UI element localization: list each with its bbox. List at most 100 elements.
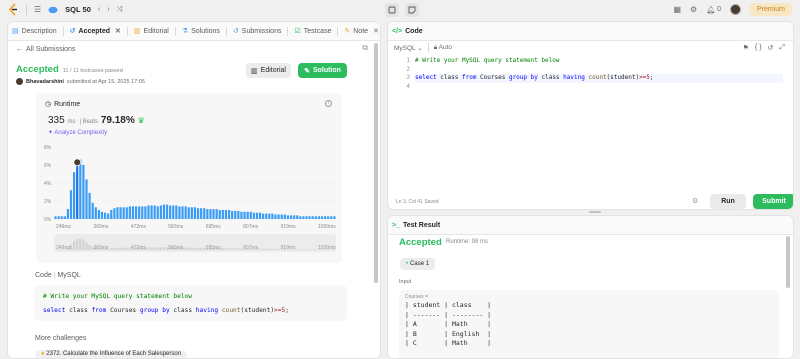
histogram-bar[interactable]	[224, 210, 228, 219]
tab-solutions[interactable]: ⚗ Solutions	[182, 27, 220, 36]
histogram-bar[interactable]	[138, 206, 141, 219]
histogram-bar[interactable]	[252, 212, 255, 219]
chevron-left-icon[interactable]: ‹	[98, 6, 100, 13]
avatar[interactable]	[16, 78, 23, 85]
histogram-bar[interactable]	[258, 212, 262, 219]
resize-handle[interactable]	[589, 211, 601, 213]
auto-toggle[interactable]: 🔒︎ Auto	[434, 44, 452, 52]
histogram-bar[interactable]	[178, 206, 181, 219]
histogram-bar[interactable]	[72, 172, 76, 219]
histogram-bar[interactable]	[187, 207, 190, 219]
notifications-icon[interactable]: 🔔︎ 0	[706, 6, 721, 14]
histogram-bar[interactable]	[159, 205, 162, 220]
histogram-bar[interactable]	[293, 215, 296, 219]
histogram-bar[interactable]	[97, 210, 100, 219]
histogram-bar[interactable]	[76, 162, 79, 219]
avatar[interactable]	[729, 4, 741, 15]
code-text[interactable]: # Write your MySQL query statement below…	[415, 56, 783, 91]
histogram-bar[interactable]	[113, 208, 116, 219]
histogram-bar[interactable]	[196, 208, 200, 219]
histogram-bar[interactable]	[262, 213, 265, 219]
runtime-header[interactable]: ◷ Runtime	[45, 100, 80, 109]
histogram-bar[interactable]	[243, 211, 246, 219]
list-icon[interactable]: ☰	[34, 5, 41, 14]
histogram-bar[interactable]	[289, 215, 293, 219]
histogram-bar[interactable]	[333, 216, 336, 219]
username[interactable]: Bhavadarshini	[26, 79, 64, 85]
histogram-bar[interactable]	[305, 216, 308, 219]
tab-test-result[interactable]: >_ Test Result	[392, 222, 440, 229]
runtime-histogram[interactable]: 8% 6% 4% 2% 0% 249ms 360ms 472ms 583ms 695ms 807ms…	[36, 133, 342, 263]
histogram-bar[interactable]	[60, 216, 63, 219]
settings-icon[interactable]: ⚙	[692, 197, 698, 205]
histogram-bar[interactable]	[88, 192, 91, 219]
histogram-bar[interactable]	[286, 215, 290, 219]
histogram-bar[interactable]	[175, 205, 178, 220]
leetcode-logo[interactable]	[8, 3, 19, 16]
histogram-bar[interactable]	[246, 211, 249, 219]
histogram-bar[interactable]	[153, 205, 156, 220]
histogram-bar[interactable]	[79, 159, 82, 219]
chevron-right-icon[interactable]: ›	[107, 6, 109, 13]
tab-editorial[interactable]: ▥ Editorial	[134, 27, 169, 36]
shuffle-icon[interactable]: ⤨	[117, 6, 123, 14]
histogram-bar[interactable]	[193, 207, 197, 219]
run-button[interactable]: Run	[710, 194, 746, 209]
histogram-bar[interactable]	[128, 206, 131, 219]
tab-description[interactable]: ▤ Description	[12, 27, 57, 36]
histogram-bar[interactable]	[317, 216, 321, 219]
histogram-bar[interactable]	[91, 202, 94, 219]
expand-icon[interactable]: ⤢	[779, 44, 785, 52]
scrollbar[interactable]	[374, 43, 378, 283]
share-icon[interactable]: ⧉	[362, 43, 368, 53]
histogram-bar[interactable]	[221, 210, 224, 219]
histogram-bar[interactable]	[296, 215, 299, 219]
histogram-bar[interactable]	[169, 205, 172, 220]
histogram-bar[interactable]	[63, 216, 66, 219]
histogram-bar[interactable]	[165, 204, 169, 219]
histogram-bar[interactable]	[57, 216, 60, 219]
histogram-bar[interactable]	[85, 179, 88, 219]
histogram-bar[interactable]	[119, 207, 122, 219]
histogram-bar[interactable]	[299, 216, 302, 219]
histogram-bar[interactable]	[147, 205, 150, 220]
submit-button[interactable]: ⇪Submit	[753, 194, 793, 209]
histogram-bar[interactable]	[302, 216, 305, 219]
settings-icon[interactable]: ⚙	[690, 5, 697, 14]
bug-icon[interactable]	[385, 3, 399, 17]
tab-testcase[interactable]: ☑ Testcase	[294, 27, 331, 36]
histogram-bar[interactable]	[122, 207, 125, 219]
histogram-bar[interactable]	[150, 205, 153, 220]
histogram-bar[interactable]	[330, 216, 333, 219]
all-submissions-link[interactable]: ← All Submissions	[16, 46, 364, 53]
histogram-bar[interactable]	[184, 206, 187, 219]
histogram-bar[interactable]	[110, 210, 113, 219]
histogram-bar[interactable]	[280, 214, 283, 220]
histogram-bar[interactable]	[172, 205, 175, 220]
bookmark-icon[interactable]: ⚑	[743, 44, 749, 52]
histogram-bar[interactable]	[277, 214, 280, 220]
language-select[interactable]: MySQL ⌄	[394, 44, 423, 52]
histogram-bar[interactable]	[141, 206, 144, 219]
histogram-bar[interactable]	[103, 212, 107, 219]
histogram-bar[interactable]	[231, 210, 234, 219]
histogram-bar[interactable]	[54, 216, 57, 219]
histogram-bar[interactable]	[203, 208, 206, 219]
histogram-bar[interactable]	[249, 211, 252, 219]
info-icon[interactable]: i	[325, 100, 332, 107]
histogram-bar[interactable]	[314, 216, 317, 219]
premium-button[interactable]: Premium	[749, 3, 792, 16]
histogram-bar[interactable]	[215, 209, 218, 219]
close-icon[interactable]: ✕	[373, 27, 379, 35]
histogram-bar[interactable]	[206, 209, 209, 219]
histogram-bar[interactable]	[144, 206, 147, 219]
tab-submissions[interactable]: ↺ Submissions	[233, 27, 282, 36]
histogram-bar[interactable]	[271, 213, 274, 219]
case-tab[interactable]: • Case 1	[400, 258, 435, 270]
histogram-bar[interactable]	[255, 212, 259, 219]
tab-accepted[interactable]: ↺ Accepted ✕	[70, 27, 121, 36]
histogram-bar[interactable]	[209, 209, 212, 219]
user-avatar-marker[interactable]	[73, 158, 82, 167]
histogram-bar[interactable]	[268, 213, 271, 219]
histogram-bar[interactable]	[162, 204, 166, 219]
